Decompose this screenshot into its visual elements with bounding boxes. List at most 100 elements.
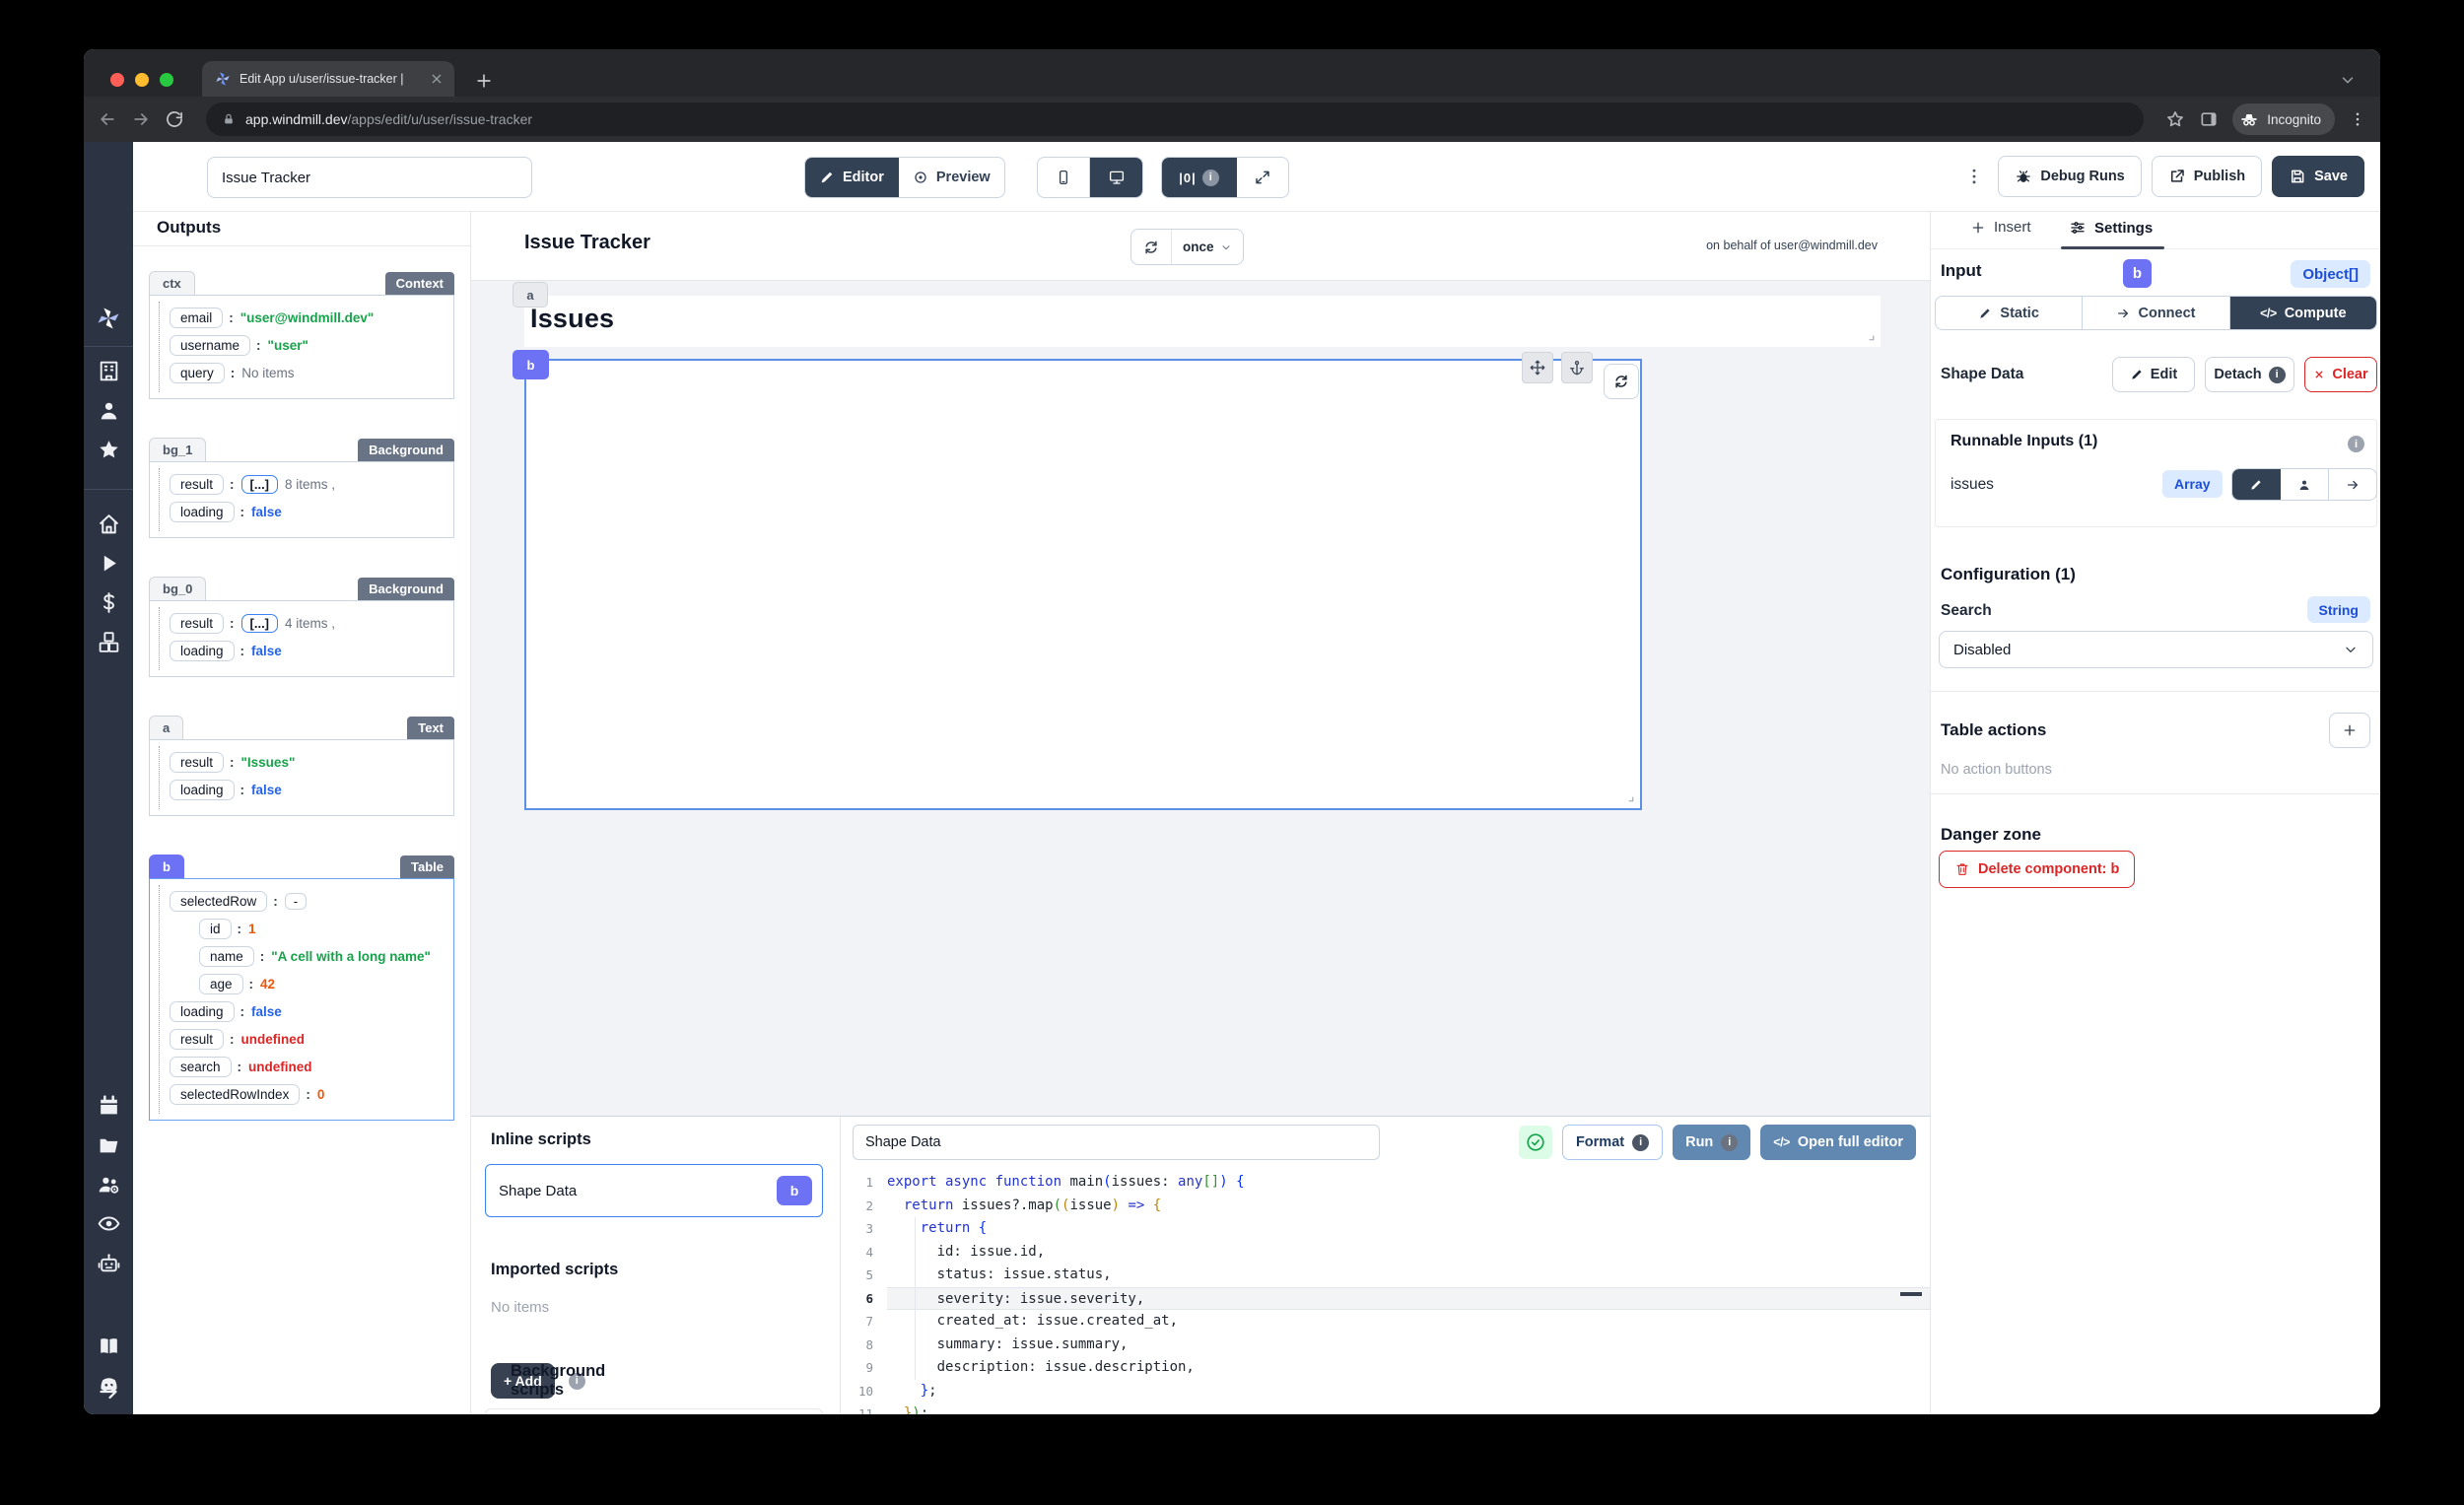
url-bar[interactable]: app.windmill.dev/apps/edit/u/user/issue-… [206,103,2144,136]
fullscreen-button[interactable] [1237,158,1288,197]
add-table-action-button[interactable] [2329,713,2370,748]
browser-tab[interactable]: Edit App u/user/issue-tracker | [202,61,454,97]
value-chip[interactable]: [...] [241,614,279,633]
code-line-3[interactable]: 3 return { [841,1217,1930,1241]
output-key[interactable]: selectedRowIndex [170,1084,300,1105]
edit-script-button[interactable]: Edit [2112,357,2195,392]
debug-runs-button[interactable]: Debug Runs [1998,156,2141,197]
output-node-id[interactable]: a [149,716,183,740]
more-menu-icon[interactable] [1964,167,1984,186]
code-line-9[interactable]: 9 description: issue.description, [841,1356,1930,1380]
eye-icon[interactable] [97,1211,121,1236]
robot-icon[interactable] [97,1251,121,1275]
issues-user-button[interactable] [2281,469,2329,500]
person-icon[interactable] [97,398,121,423]
output-key[interactable]: username [170,335,250,356]
code-line-7[interactable]: 7 created_at: issue.created_at, [841,1310,1930,1334]
new-tab-button[interactable] [474,71,494,91]
output-key[interactable]: result [170,613,224,634]
code-line-4[interactable]: 4 id: issue.id, [841,1241,1930,1265]
cubes-icon[interactable] [97,630,121,654]
mobile-view-button[interactable] [1038,158,1090,197]
code-line-8[interactable]: 8 summary: issue.summary, [841,1334,1930,1357]
play-icon[interactable] [97,551,121,576]
tab-search-icon[interactable] [2339,71,2357,89]
publish-button[interactable]: Publish [2152,156,2262,197]
format-button[interactable]: Format i [1562,1125,1663,1160]
output-key[interactable]: id [199,919,232,939]
calendar-icon[interactable] [97,1093,121,1118]
output-node-id[interactable]: bg_0 [149,577,206,601]
background-script-item[interactable]: Load Issues Background [485,1408,823,1414]
tab-preview[interactable]: Preview [899,158,1004,197]
static-mode-button[interactable]: Static [1936,297,2083,329]
browser-menu-icon[interactable] [2349,110,2366,128]
desktop-view-button[interactable] [1090,158,1142,197]
tab-close-icon[interactable] [429,71,445,87]
output-key[interactable]: search [170,1057,232,1077]
code-line-2[interactable]: 2 return issues?.map((issue) => { [841,1195,1930,1218]
side-panel-icon[interactable] [2199,109,2219,129]
code-line-11[interactable]: 11 }); [841,1402,1930,1414]
tab-insert[interactable]: Insert [1970,219,2031,236]
window-minimize-button[interactable] [135,73,149,87]
app-canvas[interactable]: a Issues b Inline scripts [471,281,1930,1414]
output-node-id[interactable]: b [149,855,184,879]
clear-button[interactable]: Clear [2304,357,2377,392]
bookmark-star-icon[interactable] [2165,109,2185,129]
hide-panels-toggle[interactable]: |0| i [1162,158,1237,197]
code-line-5[interactable]: 5 status: issue.status, [841,1264,1930,1287]
script-name-input[interactable] [853,1125,1380,1160]
save-button[interactable]: Save [2272,156,2364,197]
building-icon[interactable] [97,359,121,383]
value-chip[interactable]: [...] [241,475,279,494]
run-button[interactable]: Run i [1673,1125,1750,1160]
move-handle[interactable] [1522,352,1553,383]
refresh-mode-dropdown[interactable]: once [1171,230,1243,264]
code-editor[interactable]: 1export async function main(issues: any[… [841,1168,1930,1414]
forward-icon[interactable] [131,109,151,129]
dollar-icon[interactable] [97,590,121,615]
output-key[interactable]: selectedRow [170,891,267,912]
star-icon[interactable] [97,438,121,462]
folder-icon[interactable] [97,1132,121,1157]
window-close-button[interactable] [110,73,124,87]
output-key[interactable]: result [170,1029,224,1050]
code-line-6[interactable]: 6 severity: issue.severity, [841,1287,1930,1311]
tab-settings[interactable]: Settings [2069,219,2153,237]
output-node-id[interactable]: ctx [149,271,195,296]
code-line-10[interactable]: 10 }; [841,1380,1930,1403]
users-gear-icon[interactable] [97,1172,121,1197]
reload-icon[interactable] [165,109,184,129]
code-line-1[interactable]: 1export async function main(issues: any[… [841,1171,1930,1195]
open-full-editor-button[interactable]: </> Open full editor [1760,1125,1916,1160]
component-b-table[interactable] [524,359,1642,810]
issues-connect-button[interactable] [2329,469,2376,500]
component-b-label[interactable]: b [513,350,549,379]
issues-edit-button[interactable] [2232,469,2281,500]
output-key[interactable]: age [199,974,243,994]
component-a-label[interactable]: a [513,282,548,308]
refresh-app-button[interactable] [1131,230,1171,264]
resize-corner-icon[interactable] [1864,330,1876,342]
collapse-rail-icon[interactable] [97,1380,120,1403]
tab-editor[interactable]: Editor [805,158,899,197]
github-icon[interactable] [97,1412,121,1414]
output-key[interactable]: loading [170,1001,235,1022]
inline-script-item[interactable]: Shape Data b [485,1164,823,1217]
output-key[interactable]: name [199,946,254,967]
resize-corner-icon[interactable] [1623,791,1635,803]
value-chip[interactable]: - [285,893,307,910]
app-name-input[interactable] [207,157,532,198]
output-key[interactable]: result [170,752,224,773]
anchor-handle[interactable] [1561,352,1593,383]
windmill-logo-icon[interactable] [95,305,122,332]
compute-mode-button[interactable]: </> Compute [2230,297,2376,329]
window-maximize-button[interactable] [160,73,173,87]
component-a-text[interactable]: Issues [524,296,1881,347]
back-icon[interactable] [98,109,117,129]
output-key[interactable]: email [170,308,223,328]
output-key[interactable]: result [170,474,224,495]
detach-button[interactable]: Detach i [2205,357,2294,392]
component-refresh-button[interactable] [1604,364,1639,399]
